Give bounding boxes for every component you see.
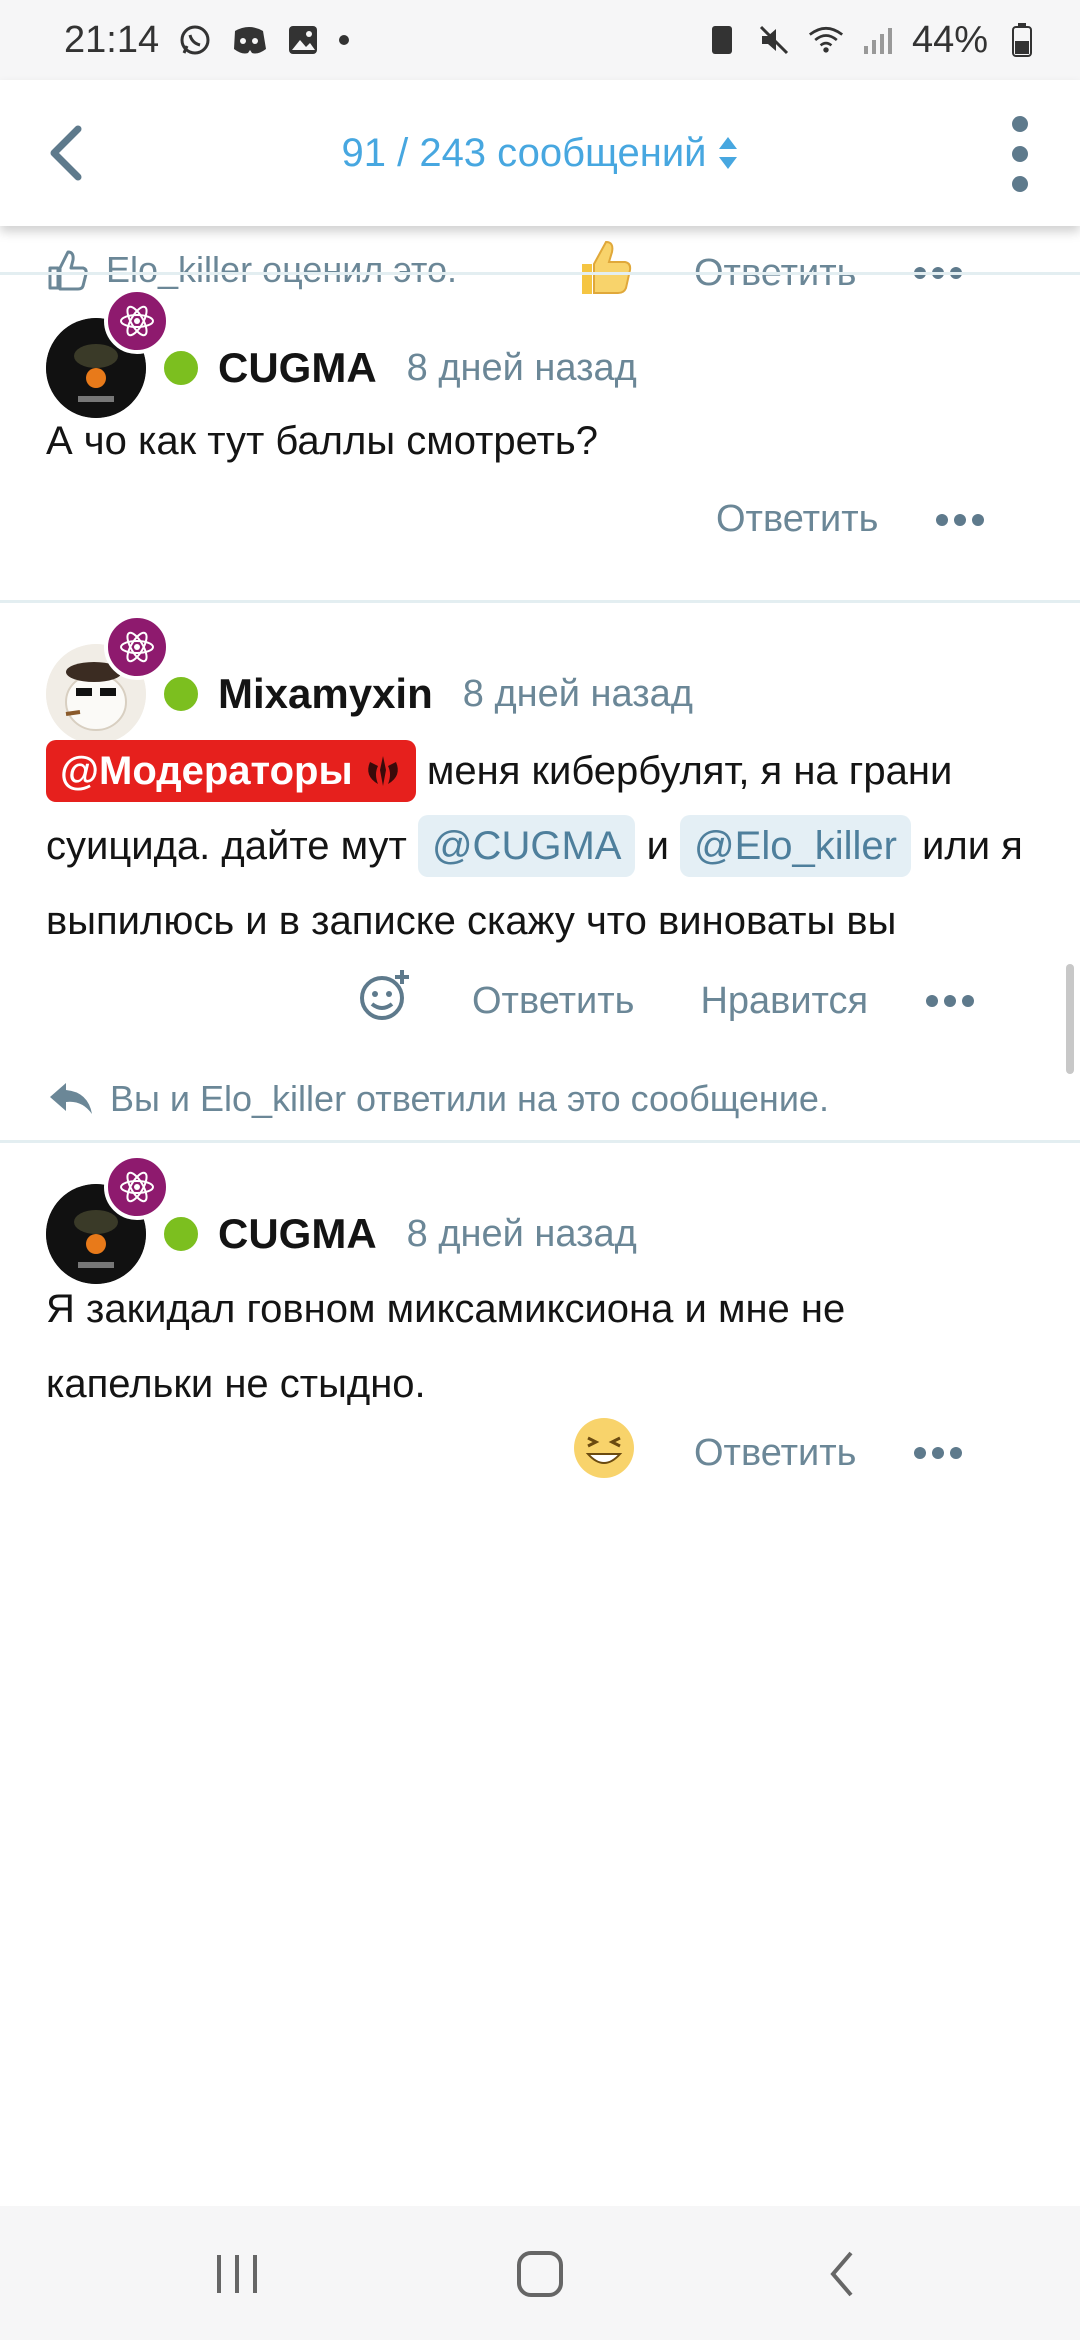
mention-moderators[interactable]: @Модераторы	[46, 740, 416, 802]
more-menu-button[interactable]	[1000, 116, 1040, 192]
post-actions: Ответить	[716, 498, 985, 541]
mention-elo-killer[interactable]: @Elo_killer	[680, 815, 911, 877]
post-actions: Ответить	[572, 1416, 963, 1490]
post-header: CUGMA 8 дней назад	[46, 288, 637, 418]
post-header: CUGMA 8 дней назад	[46, 1154, 637, 1284]
status-time: 21:14	[64, 18, 160, 61]
avatar[interactable]	[46, 614, 170, 744]
online-indicator	[160, 673, 202, 715]
post-text: А чо как тут баллы смотреть?	[46, 419, 598, 463]
system-back-button[interactable]	[802, 2242, 882, 2306]
scrollbar[interactable]	[1066, 964, 1074, 1074]
thumbs-up-icon	[48, 250, 88, 291]
divider	[0, 1140, 1080, 1143]
atom-badge-icon	[104, 614, 170, 680]
reaction-laugh-emoji-icon[interactable]	[572, 1416, 636, 1490]
page-counter-label: 91 / 243 сообщений	[341, 130, 707, 175]
author-name[interactable]: CUGMA	[218, 1210, 377, 1258]
replied-text: Вы и Elo_killer ответили на это сообщени…	[110, 1078, 829, 1119]
avatar[interactable]	[46, 1154, 170, 1284]
status-bar: 21:14 44%	[0, 0, 1080, 80]
post-body: А чо как тут баллы смотреть?	[46, 404, 1026, 479]
online-indicator	[160, 1213, 202, 1255]
thread-header: 91 / 243 сообщений	[0, 80, 1080, 226]
atom-badge-icon	[104, 288, 170, 354]
posts-list: Elo_killer оценил это. Ответить CUGMA 8 …	[0, 226, 1080, 2206]
reply-button[interactable]: Ответить	[716, 498, 878, 541]
add-reaction-icon	[360, 970, 409, 1020]
reply-arrow-icon	[50, 1083, 92, 1114]
mute-icon	[756, 22, 792, 58]
post-time[interactable]: 8 дней назад	[407, 1213, 637, 1256]
post-text: Я закидал говном миксамиксиона и мне не …	[46, 1287, 846, 1406]
discord-icon	[231, 22, 267, 58]
recent-apps-icon	[217, 2255, 257, 2293]
liked-by: Elo_killer оценил это.	[46, 248, 457, 292]
sort-arrows-icon	[718, 137, 737, 169]
jedi-order-icon	[367, 756, 398, 786]
avatar[interactable]	[46, 288, 170, 418]
recent-apps-button[interactable]	[198, 2242, 278, 2306]
sim-icon	[704, 22, 740, 58]
online-indicator	[160, 347, 202, 389]
more-actions-button[interactable]	[936, 513, 985, 526]
home-icon	[517, 2251, 563, 2297]
page-counter-button[interactable]: 91 / 243 сообщений	[341, 131, 738, 176]
author-name[interactable]: CUGMA	[218, 344, 377, 392]
post-time[interactable]: 8 дней назад	[407, 347, 637, 390]
more-actions-button[interactable]	[926, 995, 975, 1007]
wifi-icon	[808, 22, 844, 58]
post-body: Я закидал говном миксамиксиона и мне не …	[46, 1272, 1006, 1422]
divider	[0, 600, 1080, 603]
battery-percent: 44%	[911, 18, 988, 61]
more-actions-button[interactable]	[914, 1447, 963, 1459]
notification-dot-icon	[339, 35, 350, 45]
post-body: @Модераторы меня кибербулят, я на грани …	[46, 734, 1026, 959]
like-button[interactable]: Нравится	[700, 980, 868, 1023]
post-time[interactable]: 8 дней назад	[463, 673, 693, 716]
author-name[interactable]: Mixamyxin	[218, 670, 433, 718]
divider	[0, 272, 1080, 275]
liked-text: Elo_killer оценил это.	[106, 249, 457, 290]
replied-notice[interactable]: Вы и Elo_killer ответили на это сообщени…	[48, 1078, 829, 1120]
post-header: Mixamyxin 8 дней назад	[46, 614, 693, 744]
system-nav-bar	[0, 2206, 1080, 2340]
post-text-part: и	[635, 824, 681, 868]
signal-icon	[860, 22, 896, 58]
system-back-icon	[830, 2251, 853, 2297]
add-reaction-button[interactable]	[358, 968, 414, 1034]
back-arrow-icon	[50, 125, 82, 181]
gallery-icon	[285, 22, 321, 58]
post-actions: Ответить Нравится	[358, 968, 975, 1034]
whatsapp-icon	[177, 22, 213, 58]
reply-button[interactable]: Ответить	[472, 980, 634, 1023]
home-button[interactable]	[500, 2242, 580, 2306]
atom-badge-icon	[104, 1154, 170, 1220]
reply-button[interactable]: Ответить	[694, 1432, 856, 1475]
back-button[interactable]	[36, 118, 96, 188]
battery-icon	[1004, 22, 1040, 58]
mention-cugma[interactable]: @CUGMA	[417, 815, 636, 877]
